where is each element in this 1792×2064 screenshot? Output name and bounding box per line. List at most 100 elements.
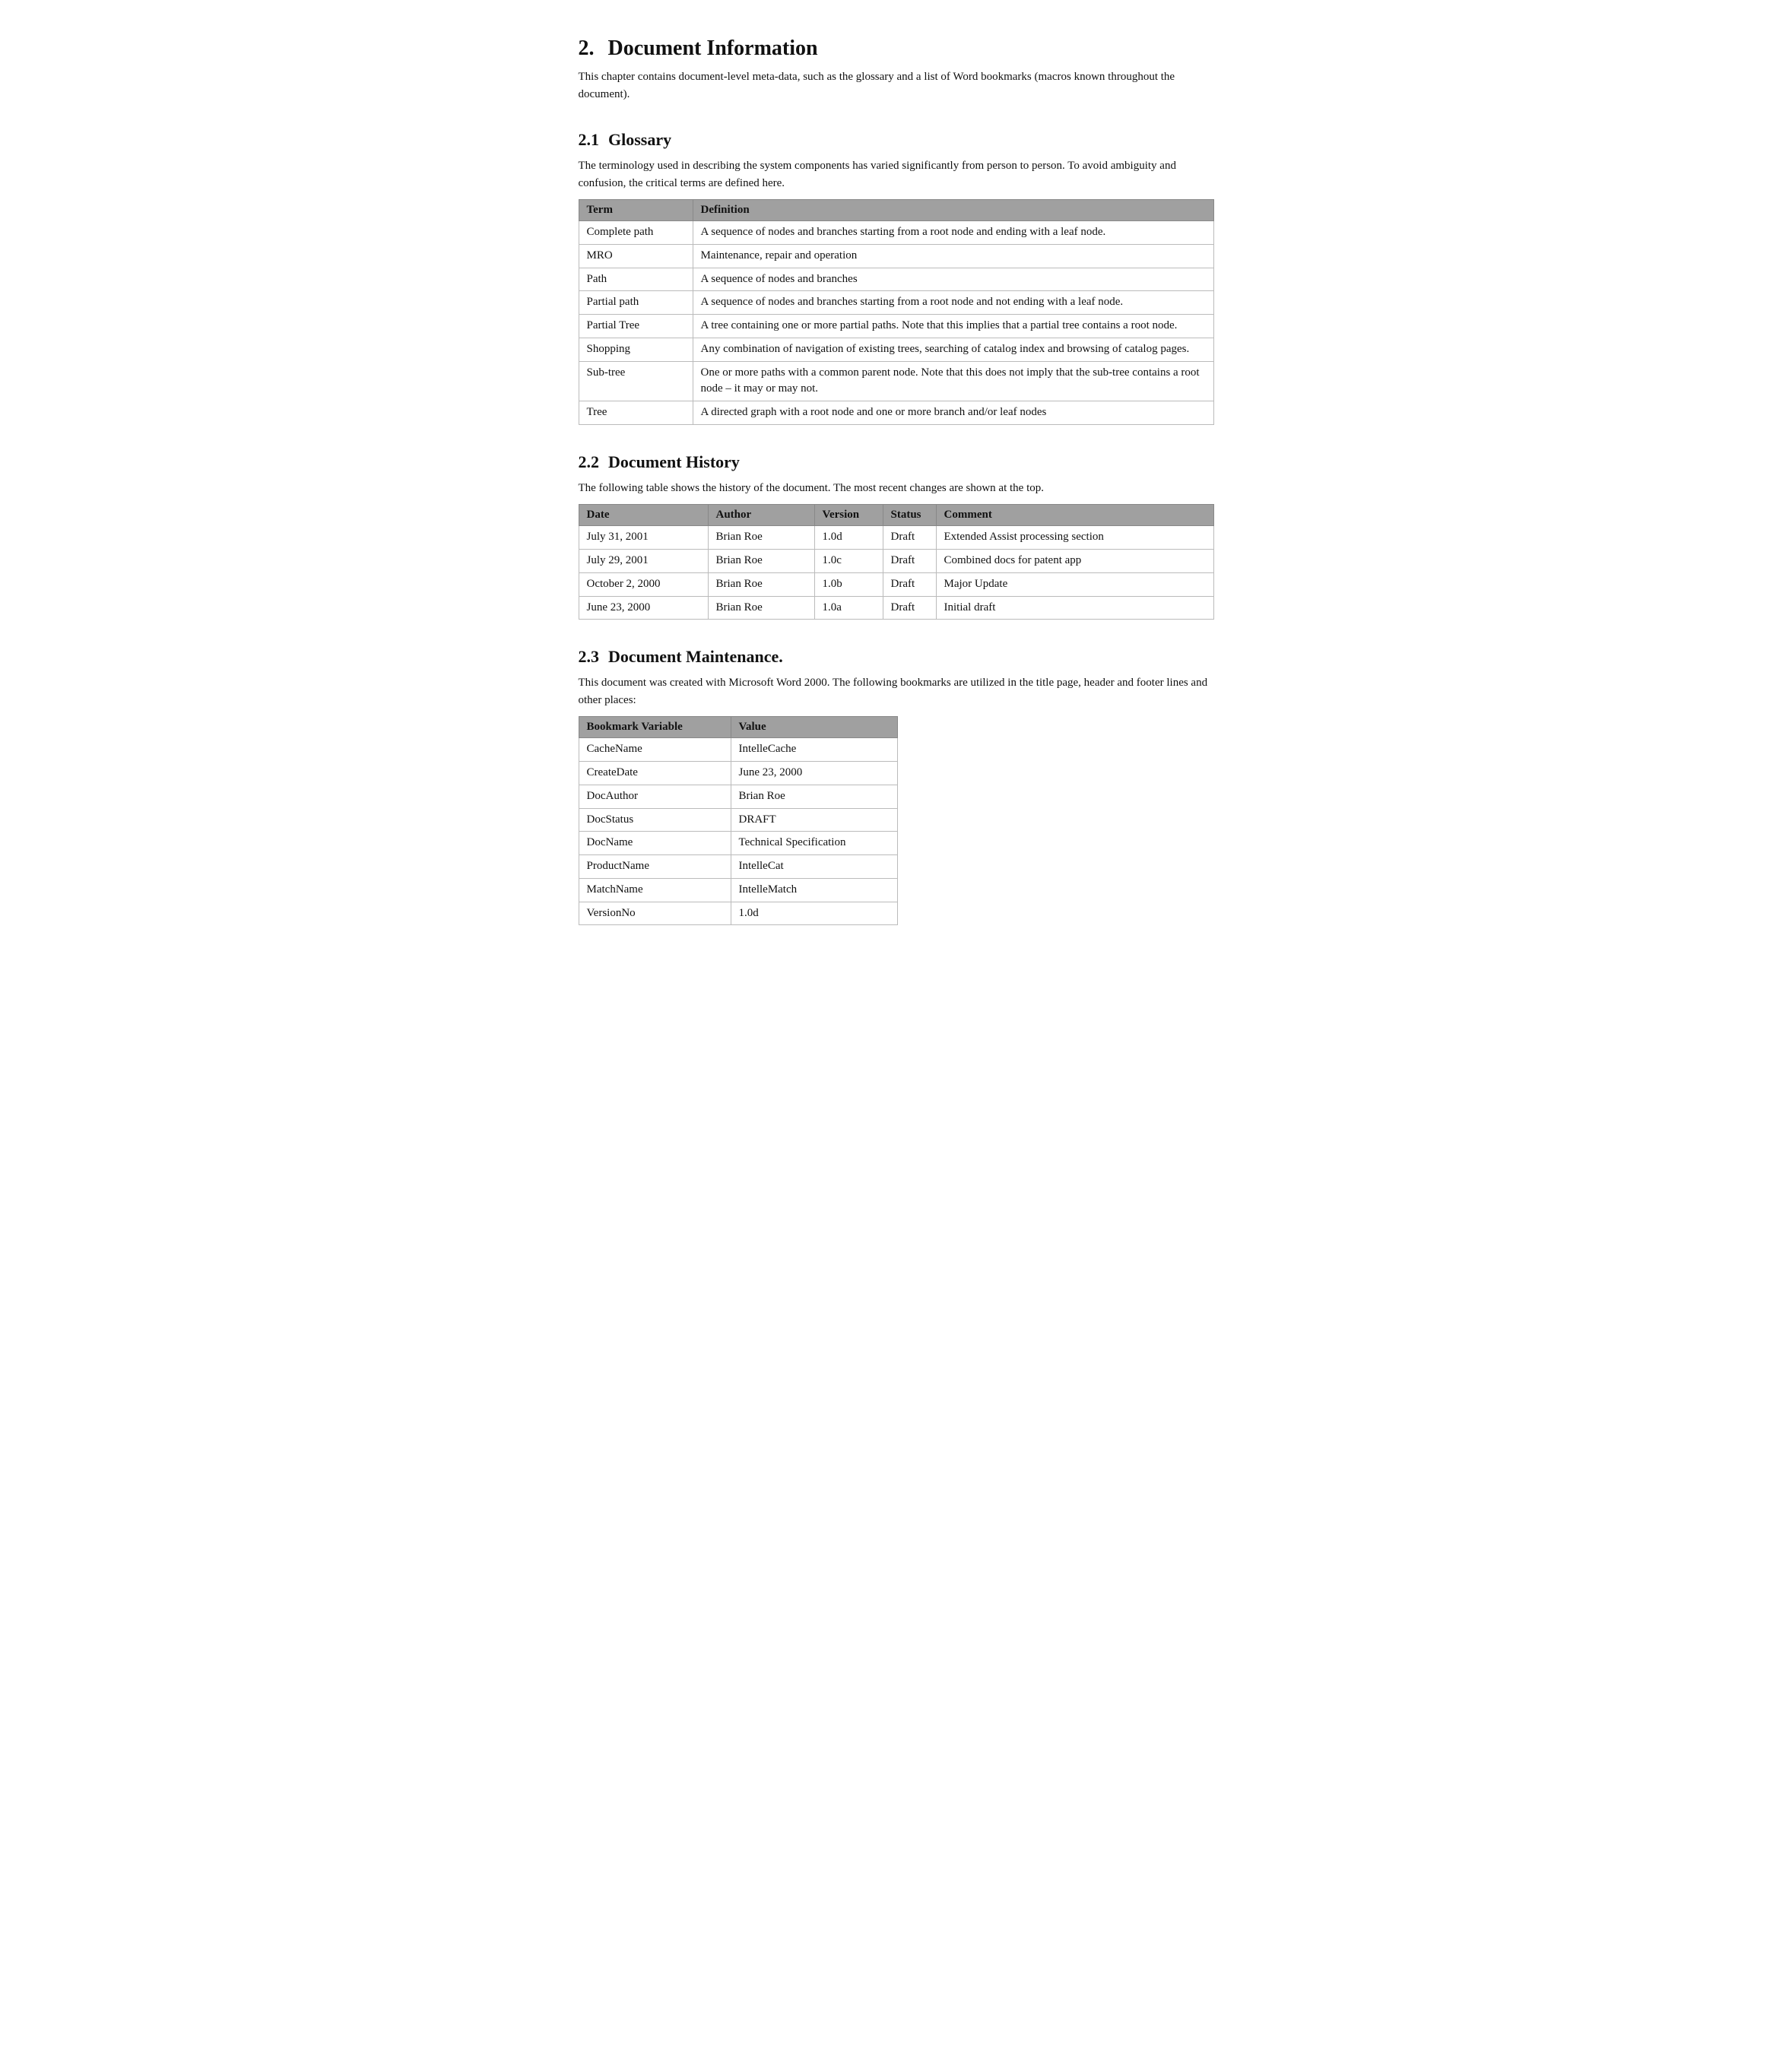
- maintenance-title: 2.3 Document Maintenance.: [579, 647, 1214, 667]
- history-comment: Extended Assist processing section: [936, 526, 1213, 550]
- history-row: July 31, 2001Brian Roe1.0dDraftExtended …: [579, 526, 1213, 550]
- bookmark-value: June 23, 2000: [731, 762, 897, 785]
- bookmark-variable: DocName: [579, 832, 731, 855]
- history-heading: Document History: [608, 452, 740, 471]
- history-version: 1.0b: [814, 572, 883, 596]
- maintenance-row: VersionNo1.0d: [579, 902, 897, 925]
- glossary-col-definition: Definition: [693, 200, 1213, 221]
- glossary-row: TreeA directed graph with a root node an…: [579, 401, 1213, 425]
- history-comment: Combined docs for patent app: [936, 550, 1213, 573]
- history-status: Draft: [883, 572, 936, 596]
- glossary-definition: A tree containing one or more partial pa…: [693, 315, 1213, 338]
- glossary-term: MRO: [579, 244, 693, 268]
- maintenance-row: DocStatusDRAFT: [579, 808, 897, 832]
- maintenance-number: 2.3: [579, 647, 600, 666]
- history-intro: The following table shows the history of…: [579, 480, 1214, 497]
- history-author: Brian Roe: [708, 596, 814, 620]
- history-author: Brian Roe: [708, 550, 814, 573]
- glossary-row: ShoppingAny combination of navigation of…: [579, 338, 1213, 361]
- history-status: Draft: [883, 596, 936, 620]
- history-comment: Major Update: [936, 572, 1213, 596]
- glossary-term: Shopping: [579, 338, 693, 361]
- bookmark-variable: CreateDate: [579, 762, 731, 785]
- bookmark-value: Technical Specification: [731, 832, 897, 855]
- bookmark-value: 1.0d: [731, 902, 897, 925]
- glossary-row: Sub-treeOne or more paths with a common …: [579, 361, 1213, 401]
- history-date: October 2, 2000: [579, 572, 708, 596]
- section-heading: Document Information: [608, 36, 818, 60]
- section-number: 2.: [579, 36, 595, 60]
- maintenance-col-var: Bookmark Variable: [579, 717, 731, 738]
- history-col-version: Version: [814, 505, 883, 526]
- history-row: June 23, 2000Brian Roe1.0aDraftInitial d…: [579, 596, 1213, 620]
- bookmark-variable: VersionNo: [579, 902, 731, 925]
- history-number: 2.2: [579, 452, 600, 471]
- bookmark-value: IntelleCache: [731, 738, 897, 762]
- glossary-definition: One or more paths with a common parent n…: [693, 361, 1213, 401]
- glossary-term: Tree: [579, 401, 693, 425]
- history-author: Brian Roe: [708, 526, 814, 550]
- maintenance-row: ProductNameIntelleCat: [579, 855, 897, 879]
- glossary-title: 2.1 Glossary: [579, 130, 1214, 150]
- bookmark-variable: CacheName: [579, 738, 731, 762]
- section-intro: This chapter contains document-level met…: [579, 68, 1214, 103]
- history-author: Brian Roe: [708, 572, 814, 596]
- glossary-definition: Maintenance, repair and operation: [693, 244, 1213, 268]
- glossary-heading: Glossary: [608, 130, 671, 149]
- glossary-definition: A directed graph with a root node and on…: [693, 401, 1213, 425]
- glossary-table: Term Definition Complete pathA sequence …: [579, 199, 1214, 425]
- history-version: 1.0c: [814, 550, 883, 573]
- maintenance-table: Bookmark Variable Value CacheNameIntelle…: [579, 716, 898, 925]
- glossary-term: Partial path: [579, 291, 693, 315]
- glossary-number: 2.1: [579, 130, 600, 149]
- history-col-comment: Comment: [936, 505, 1213, 526]
- glossary-definition: A sequence of nodes and branches startin…: [693, 291, 1213, 315]
- history-date: July 29, 2001: [579, 550, 708, 573]
- bookmark-variable: DocStatus: [579, 808, 731, 832]
- bookmark-variable: MatchName: [579, 878, 731, 902]
- history-col-date: Date: [579, 505, 708, 526]
- history-version: 1.0d: [814, 526, 883, 550]
- glossary-definition: A sequence of nodes and branches: [693, 268, 1213, 291]
- glossary-row: MROMaintenance, repair and operation: [579, 244, 1213, 268]
- history-table: Date Author Version Status Comment July …: [579, 504, 1214, 620]
- glossary-intro: The terminology used in describing the s…: [579, 157, 1214, 192]
- maintenance-col-val: Value: [731, 717, 897, 738]
- history-col-author: Author: [708, 505, 814, 526]
- glossary-term: Path: [579, 268, 693, 291]
- section-title: 2. Document Information: [579, 36, 1214, 61]
- bookmark-variable: DocAuthor: [579, 785, 731, 808]
- glossary-term: Sub-tree: [579, 361, 693, 401]
- glossary-row: PathA sequence of nodes and branches: [579, 268, 1213, 291]
- bookmark-value: Brian Roe: [731, 785, 897, 808]
- history-comment: Initial draft: [936, 596, 1213, 620]
- history-version: 1.0a: [814, 596, 883, 620]
- glossary-row: Partial pathA sequence of nodes and bran…: [579, 291, 1213, 315]
- maintenance-row: DocNameTechnical Specification: [579, 832, 897, 855]
- maintenance-row: MatchNameIntelleMatch: [579, 878, 897, 902]
- history-row: July 29, 2001Brian Roe1.0cDraftCombined …: [579, 550, 1213, 573]
- bookmark-value: IntelleCat: [731, 855, 897, 879]
- maintenance-heading: Document Maintenance.: [608, 647, 783, 666]
- history-row: October 2, 2000Brian Roe1.0bDraftMajor U…: [579, 572, 1213, 596]
- maintenance-row: CreateDateJune 23, 2000: [579, 762, 897, 785]
- history-date: July 31, 2001: [579, 526, 708, 550]
- history-col-status: Status: [883, 505, 936, 526]
- history-status: Draft: [883, 550, 936, 573]
- bookmark-value: DRAFT: [731, 808, 897, 832]
- glossary-col-term: Term: [579, 200, 693, 221]
- maintenance-intro: This document was created with Microsoft…: [579, 674, 1214, 709]
- maintenance-row: DocAuthorBrian Roe: [579, 785, 897, 808]
- history-status: Draft: [883, 526, 936, 550]
- history-date: June 23, 2000: [579, 596, 708, 620]
- history-title: 2.2 Document History: [579, 452, 1214, 472]
- glossary-term: Partial Tree: [579, 315, 693, 338]
- glossary-definition: Any combination of navigation of existin…: [693, 338, 1213, 361]
- glossary-definition: A sequence of nodes and branches startin…: [693, 221, 1213, 245]
- bookmark-variable: ProductName: [579, 855, 731, 879]
- maintenance-row: CacheNameIntelleCache: [579, 738, 897, 762]
- glossary-term: Complete path: [579, 221, 693, 245]
- glossary-row: Complete pathA sequence of nodes and bra…: [579, 221, 1213, 245]
- bookmark-value: IntelleMatch: [731, 878, 897, 902]
- glossary-row: Partial TreeA tree containing one or mor…: [579, 315, 1213, 338]
